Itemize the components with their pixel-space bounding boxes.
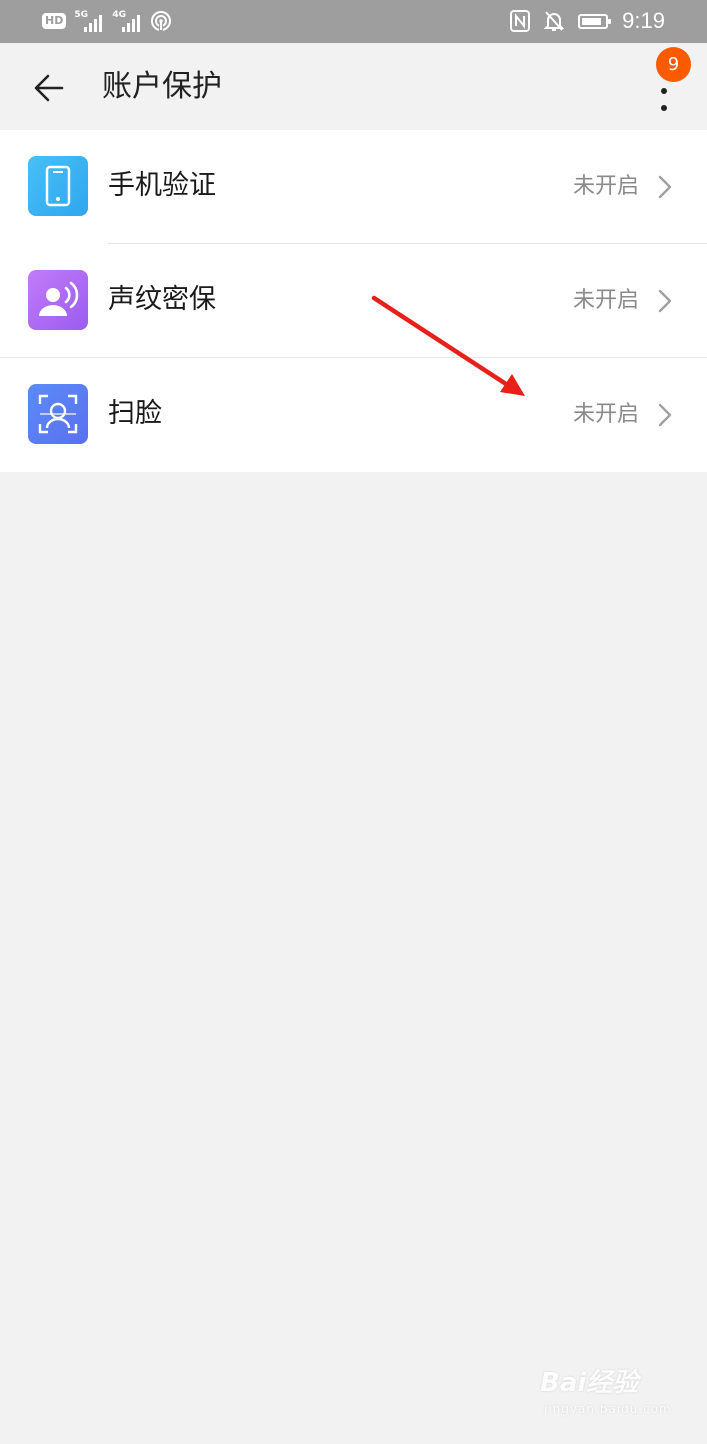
item-label: 声纹密保 (108, 284, 216, 315)
battery-charging-icon (578, 13, 612, 29)
chevron-right-icon (658, 289, 672, 313)
face-scan-icon (28, 384, 88, 444)
notification-badge: 9 (656, 47, 691, 82)
item-label: 扫脸 (108, 398, 162, 429)
protection-list: 手机验证 未开启 声纹密保 未开启 扫脸 未开启 (0, 130, 707, 472)
watermark-sub: jingyan.baidu.com (544, 1402, 672, 1416)
watermark-main: Bai经验 (540, 1368, 639, 1398)
list-item-phone-verification[interactable]: 手机验证 未开启 (0, 130, 707, 244)
signal-4g-icon: 4G (112, 10, 142, 32)
hd-icon: HD (42, 13, 67, 29)
item-status: 未开启 (572, 288, 639, 313)
arrow-left-icon[interactable] (28, 67, 70, 109)
item-label: 手机验证 (108, 170, 216, 201)
status-bar: HD 5G 4G 9:19 (0, 0, 707, 43)
bell-off-icon (544, 11, 565, 31)
watermark-logo: Bai经验 jingyan.baidu.com (540, 1368, 672, 1416)
clock: 9:19 (622, 8, 665, 33)
app-bar: 账户保护 (0, 43, 707, 130)
status-right-icons: 9:19 (510, 8, 665, 34)
page-title: 账户保护 (102, 69, 222, 104)
hotspot-icon (151, 11, 172, 32)
chevron-right-icon (658, 403, 672, 427)
phone-icon (28, 156, 88, 216)
chevron-right-icon (658, 175, 672, 199)
status-left-icons: HD 5G 4G (42, 8, 172, 34)
item-status: 未开启 (572, 174, 639, 199)
item-status: 未开启 (572, 402, 639, 427)
list-item-voiceprint[interactable]: 声纹密保 未开启 (0, 244, 707, 358)
battery-level-fill (582, 17, 602, 25)
list-item-face-scan[interactable]: 扫脸 未开启 (0, 358, 707, 472)
nfc-icon (510, 10, 531, 32)
voiceprint-icon (28, 270, 88, 330)
signal-5g-icon: 5G (74, 10, 104, 32)
